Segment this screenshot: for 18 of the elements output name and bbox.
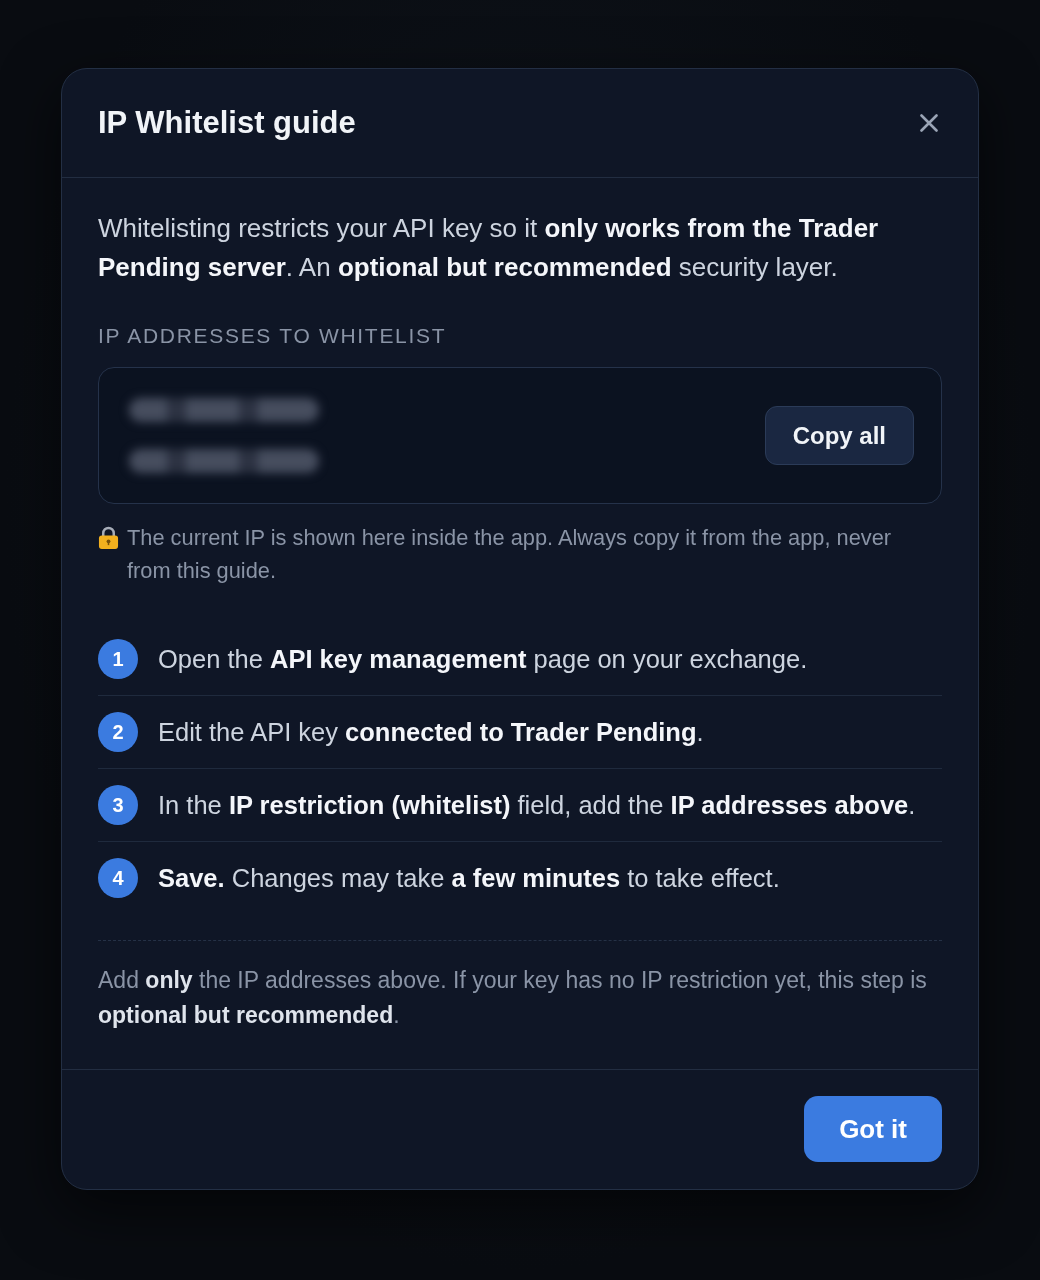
close-icon [920, 114, 938, 132]
got-it-button[interactable]: Got it [804, 1096, 942, 1162]
step-text: Edit the API key connected to Trader Pending. [158, 717, 704, 748]
footnote-text: Add only the IP addresses above. If your key has no IP restriction yet, this step is optional but recommended. [98, 966, 928, 1030]
step-number: 2 [98, 712, 138, 752]
copy-all-button[interactable]: Copy all [764, 406, 914, 465]
close-button[interactable] [920, 114, 938, 132]
section-label: IP ADDRESSES TO WHITELIST [98, 324, 448, 348]
note-text: The current IP is shown here inside the app. Always copy it from the app, never from this guide. [127, 524, 893, 585]
step-text: Open the API key management page on your exchange. [158, 644, 808, 675]
step-number: 4 [98, 858, 138, 898]
padlock-icon [98, 526, 119, 549]
step-number: 1 [98, 639, 138, 679]
intro-text: Whitelisting restricts your API key so it only works from the Trader Pending server. An optional but recommended security layer. [98, 212, 880, 284]
step-number: 3 [98, 785, 138, 825]
dialog-title: IP Whitelist guide [98, 104, 356, 142]
step-text: In the IP restriction (whitelist) field, add the IP addresses above. [158, 790, 916, 821]
step-text: Save. Changes may take a few minutes to take effect. [158, 863, 780, 894]
